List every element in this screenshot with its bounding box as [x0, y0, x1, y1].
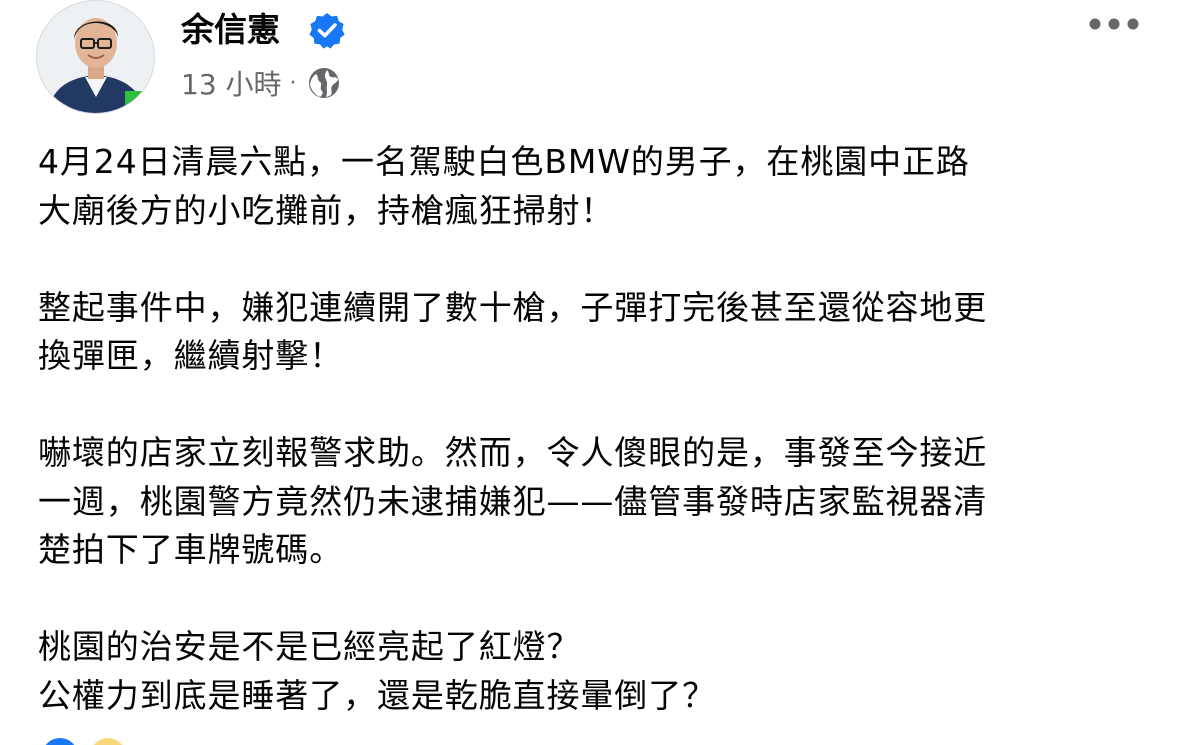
avatar-photo: 立聞	[37, 1, 155, 114]
verified-badge-icon	[309, 13, 345, 49]
post-meta: 13 小時 ·	[181, 63, 341, 103]
globe-icon[interactable]	[307, 66, 341, 100]
post-line: 公權力到底是睡著了，還是乾脆直接暈倒了？	[38, 675, 716, 715]
avatar[interactable]: 立聞	[36, 0, 155, 114]
post-line: 桃園的治安是不是已經亮起了紅燈？	[38, 627, 581, 666]
meta-separator: ·	[289, 70, 297, 96]
post-line: 換彈匣，繼續射擊！	[38, 336, 344, 375]
post-line: 嚇壞的店家立刻報警求助。然而，令人傻眼的是，事發至今接近	[38, 433, 988, 472]
avatar-badge-text: 立聞	[132, 97, 155, 114]
post-line: 楚拍下了車牌號碼。	[38, 530, 344, 569]
author-name[interactable]: 余信憲	[181, 8, 280, 52]
more-options-button[interactable]	[1084, 6, 1144, 42]
post-timestamp[interactable]: 13 小時	[181, 63, 282, 103]
post-line: 4月24日清晨六點，一名駕駛白色BMW的男子，在桃園中正路	[38, 142, 970, 181]
post-line: 大廟後方的小吃攤前，持槍瘋狂掃射！	[38, 190, 615, 230]
post-body: 4月24日清晨六點，一名駕駛白色BMW的男子，在桃園中正路 大廟後方的小吃攤前，…	[38, 138, 1138, 720]
post-line: 整起事件中，嫌犯連續開了數十槍，子彈打完後甚至還從容地更	[38, 287, 988, 327]
haha-reaction-icon	[90, 738, 126, 745]
more-options-icon	[1089, 18, 1139, 30]
facebook-post: 立聞 余信憲 13 小時 · 4月24日清晨六點，一名駕駛白色BMW的男子，在桃…	[0, 0, 1179, 745]
post-line: 一週，桃園警方竟然仍未逮捕嫌犯——儘管事發時店家監視器清	[38, 481, 988, 521]
svg-text:立聞: 立聞	[132, 97, 155, 114]
like-reaction-icon	[42, 738, 78, 745]
